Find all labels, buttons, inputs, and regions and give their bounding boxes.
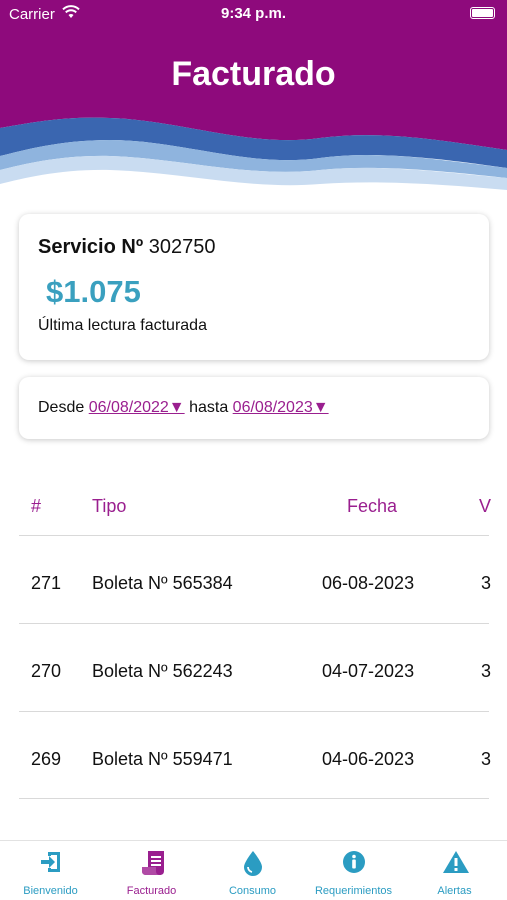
row-number: 271 bbox=[31, 573, 62, 593]
tab-requerimientos[interactable]: Requerimientos bbox=[303, 841, 404, 900]
date-range-card: Desde 06/08/2022▼ hasta 06/08/2023▼ bbox=[19, 377, 489, 439]
clock-time: 9:34 p.m. bbox=[220, 5, 287, 22]
billing-table: # Tipo Fecha V 271 Boleta Nº 565384 06-0… bbox=[19, 470, 507, 800]
billed-amount: $1.075 bbox=[46, 274, 141, 309]
column-header-number: # bbox=[31, 496, 42, 516]
alert-triangle-icon bbox=[443, 851, 469, 873]
column-header-date: Fecha bbox=[347, 496, 398, 516]
row-value: 3 bbox=[481, 749, 492, 769]
date-range-row: Desde 06/08/2022▼ hasta 06/08/2023▼ bbox=[38, 399, 329, 417]
column-header-value: V bbox=[479, 496, 492, 516]
header-wave-background bbox=[0, 0, 507, 200]
tab-alertas[interactable]: Alertas bbox=[404, 841, 505, 900]
receipt-icon bbox=[142, 851, 164, 875]
water-drop-icon bbox=[244, 851, 262, 876]
row-date: 04-07-2023 bbox=[322, 661, 415, 681]
service-number: 302750 bbox=[148, 236, 216, 258]
row-date: 06-08-2023 bbox=[322, 573, 415, 593]
row-value: 3 bbox=[481, 573, 492, 593]
login-icon bbox=[41, 852, 60, 872]
row-date: 04-06-2023 bbox=[322, 749, 415, 769]
to-date-picker[interactable]: 06/08/2023▼ bbox=[233, 399, 329, 416]
row-type: Boleta Nº 562243 bbox=[92, 661, 233, 681]
table-row[interactable]: 271 Boleta Nº 565384 06-08-2023 3 bbox=[19, 535, 492, 623]
table-row[interactable]: 269 Boleta Nº 559471 04-06-2023 3 bbox=[19, 711, 492, 799]
row-number: 269 bbox=[31, 749, 62, 769]
billed-amount-caption: Última lectura facturada bbox=[38, 317, 207, 334]
row-number: 270 bbox=[31, 661, 62, 681]
info-icon bbox=[343, 851, 365, 873]
from-label: Desde bbox=[38, 399, 85, 416]
tab-label: Alertas bbox=[437, 885, 472, 897]
service-label: Servicio Nº bbox=[38, 236, 144, 258]
tab-label: Bienvenido bbox=[23, 885, 78, 897]
table-divider bbox=[19, 798, 489, 799]
tab-consumo[interactable]: Consumo bbox=[202, 841, 303, 900]
column-header-type: Tipo bbox=[92, 496, 127, 516]
row-type: Boleta Nº 565384 bbox=[92, 573, 233, 593]
row-value: 3 bbox=[481, 661, 492, 681]
tab-label: Facturado bbox=[126, 885, 177, 897]
page-title: Facturado bbox=[171, 55, 336, 93]
tab-label: Requerimientos bbox=[314, 885, 393, 897]
to-label: hasta bbox=[189, 399, 229, 416]
service-title: Servicio Nº 302750 bbox=[38, 236, 215, 259]
tab-bar: Bienvenido Facturado Consumo Requerimien… bbox=[0, 840, 507, 900]
tab-bienvenido[interactable]: Bienvenido bbox=[0, 841, 101, 900]
header: Carrier 9:34 p.m. Facturado bbox=[0, 0, 507, 200]
battery-icon bbox=[470, 7, 495, 19]
status-bar: Carrier 9:34 p.m. bbox=[0, 0, 507, 28]
from-date-picker[interactable]: 06/08/2022▼ bbox=[89, 399, 185, 416]
table-row[interactable]: 270 Boleta Nº 562243 04-07-2023 3 bbox=[19, 623, 492, 711]
tab-label: Consumo bbox=[228, 885, 277, 897]
tab-facturado[interactable]: Facturado bbox=[101, 841, 202, 900]
service-card: Servicio Nº 302750 $1.075 Última lectura… bbox=[19, 214, 489, 360]
row-type: Boleta Nº 559471 bbox=[92, 749, 233, 769]
